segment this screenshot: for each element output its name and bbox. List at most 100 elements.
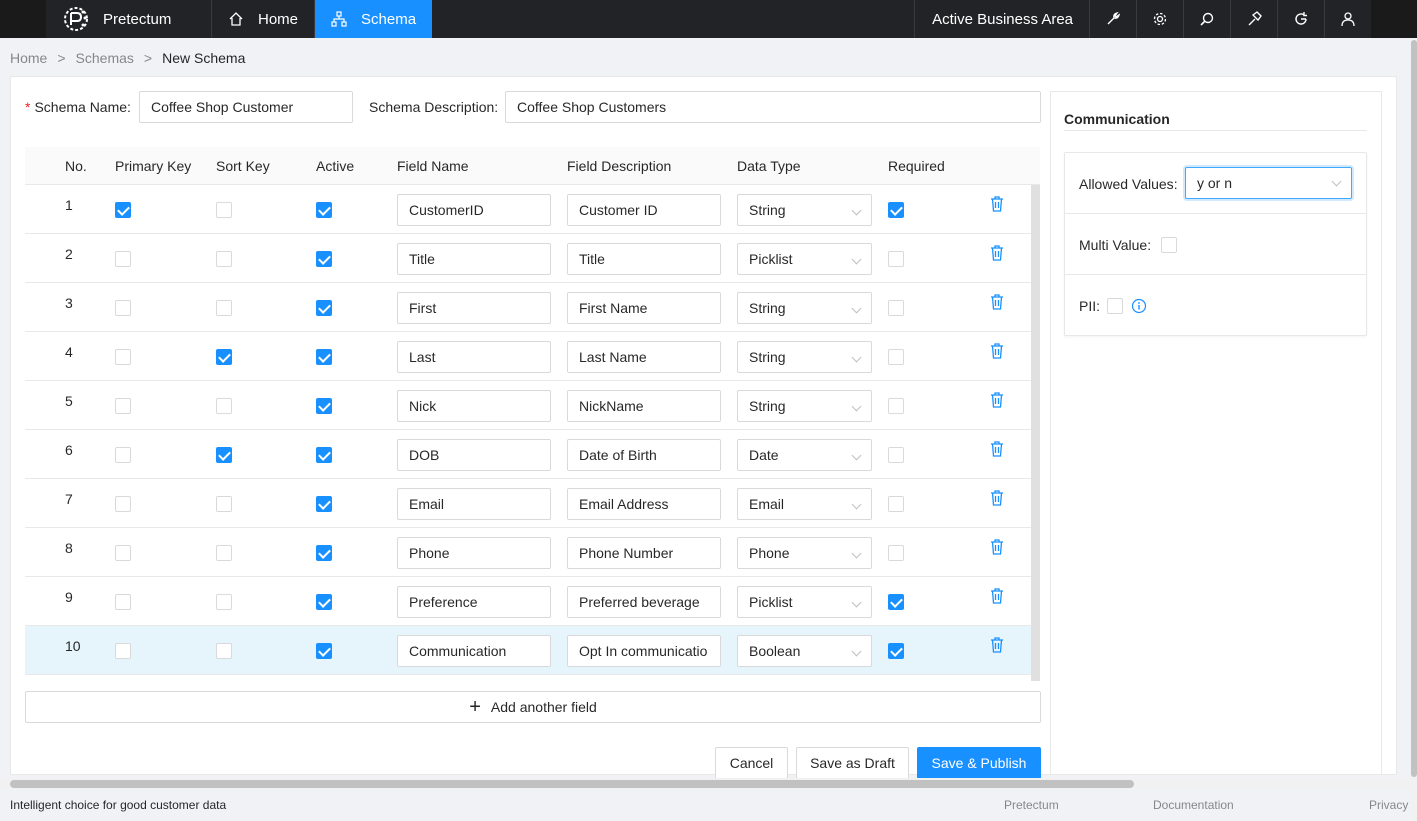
primary-key-checkbox[interactable] <box>115 594 131 610</box>
breadcrumb-schemas[interactable]: Schemas <box>76 50 134 66</box>
data-type-select[interactable]: Picklist <box>737 586 872 618</box>
sort-key-checkbox[interactable] <box>216 545 232 561</box>
active-business-area[interactable]: Active Business Area <box>914 0 1089 38</box>
primary-key-checkbox[interactable] <box>115 300 131 316</box>
data-type-select[interactable]: Email <box>737 488 872 520</box>
field-name-input[interactable]: Nick <box>397 390 551 422</box>
cancel-button[interactable]: Cancel <box>715 747 788 779</box>
breadcrumb-home[interactable]: Home <box>10 50 47 66</box>
vertical-scrollbar[interactable] <box>1411 40 1417 777</box>
settings-button[interactable] <box>1136 0 1183 38</box>
add-field-button[interactable]: + Add another field <box>25 691 1041 723</box>
field-name-input[interactable]: Communication <box>397 635 551 667</box>
table-row[interactable]: 8 Phone Phone Number Phone <box>25 528 1031 577</box>
active-checkbox[interactable] <box>316 300 332 316</box>
primary-key-checkbox[interactable] <box>115 349 131 365</box>
data-type-select[interactable]: String <box>737 341 872 373</box>
required-checkbox[interactable] <box>888 545 904 561</box>
schema-description-input[interactable]: Coffee Shop Customers <box>505 91 1041 123</box>
required-checkbox[interactable] <box>888 202 904 218</box>
required-checkbox[interactable] <box>888 251 904 267</box>
delete-field-icon[interactable] <box>990 588 1004 607</box>
data-type-select[interactable]: Date <box>737 439 872 471</box>
field-name-input[interactable]: First <box>397 292 551 324</box>
field-name-input[interactable]: DOB <box>397 439 551 471</box>
sort-key-checkbox[interactable] <box>216 349 232 365</box>
sort-key-checkbox[interactable] <box>216 251 232 267</box>
data-type-select[interactable]: Phone <box>737 537 872 569</box>
primary-key-checkbox[interactable] <box>115 496 131 512</box>
user-button[interactable] <box>1324 0 1371 38</box>
table-row[interactable]: 5 Nick NickName String <box>25 381 1031 430</box>
required-checkbox[interactable] <box>888 349 904 365</box>
field-description-input[interactable]: First Name <box>567 292 721 324</box>
primary-key-checkbox[interactable] <box>115 643 131 659</box>
delete-field-icon[interactable] <box>990 539 1004 558</box>
required-checkbox[interactable] <box>888 300 904 316</box>
data-type-select[interactable]: String <box>737 194 872 226</box>
sort-key-checkbox[interactable] <box>216 300 232 316</box>
primary-key-checkbox[interactable] <box>115 398 131 414</box>
data-type-select[interactable]: Picklist <box>737 243 872 275</box>
multi-value-checkbox[interactable] <box>1161 237 1177 253</box>
table-row[interactable]: 2 Title Title Picklist <box>25 234 1031 283</box>
field-description-input[interactable]: Phone Number <box>567 537 721 569</box>
data-type-select[interactable]: Boolean <box>737 635 872 667</box>
primary-key-checkbox[interactable] <box>115 447 131 463</box>
footer-link-documentation[interactable]: Documentation <box>1153 798 1234 812</box>
delete-field-icon[interactable] <box>990 245 1004 264</box>
table-row[interactable]: 6 DOB Date of Birth Date <box>25 430 1031 479</box>
active-checkbox[interactable] <box>316 349 332 365</box>
wrench-button[interactable] <box>1089 0 1136 38</box>
delete-field-icon[interactable] <box>990 637 1004 656</box>
active-checkbox[interactable] <box>316 643 332 659</box>
delete-field-icon[interactable] <box>990 490 1004 509</box>
field-name-input[interactable]: CustomerID <box>397 194 551 226</box>
primary-key-checkbox[interactable] <box>115 251 131 267</box>
save-publish-button[interactable]: Save & Publish <box>917 747 1041 779</box>
nav-home[interactable]: Home <box>212 0 316 38</box>
delete-field-icon[interactable] <box>990 294 1004 313</box>
field-description-input[interactable]: Customer ID <box>567 194 721 226</box>
tools-button[interactable] <box>1230 0 1277 38</box>
field-description-input[interactable]: NickName <box>567 390 721 422</box>
required-checkbox[interactable] <box>888 496 904 512</box>
table-vertical-scrollbar[interactable] <box>1031 185 1040 681</box>
pii-checkbox[interactable] <box>1107 298 1123 314</box>
info-icon[interactable] <box>1131 298 1147 314</box>
sort-key-checkbox[interactable] <box>216 594 232 610</box>
delete-field-icon[interactable] <box>990 196 1004 215</box>
table-row[interactable]: 4 Last Last Name String <box>25 332 1031 381</box>
active-checkbox[interactable] <box>316 202 332 218</box>
table-row[interactable]: 10 Communication Opt In communicatio Boolea… <box>25 626 1031 675</box>
field-description-input[interactable]: Title <box>567 243 721 275</box>
active-checkbox[interactable] <box>316 545 332 561</box>
required-checkbox[interactable] <box>888 594 904 610</box>
schema-name-input[interactable]: Coffee Shop Customer <box>139 91 353 123</box>
field-name-input[interactable]: Title <box>397 243 551 275</box>
active-checkbox[interactable] <box>316 594 332 610</box>
field-description-input[interactable]: Date of Birth <box>567 439 721 471</box>
nav-schema[interactable]: Schema <box>315 0 433 38</box>
table-row[interactable]: 1 CustomerID Customer ID String <box>25 185 1031 234</box>
footer-link-privacy[interactable]: Privacy <box>1369 798 1408 812</box>
active-checkbox[interactable] <box>316 251 332 267</box>
required-checkbox[interactable] <box>888 398 904 414</box>
horizontal-scrollbar[interactable] <box>10 780 1134 788</box>
active-checkbox[interactable] <box>316 447 332 463</box>
primary-key-checkbox[interactable] <box>115 545 131 561</box>
primary-key-checkbox[interactable] <box>115 202 131 218</box>
data-type-select[interactable]: String <box>737 292 872 324</box>
field-name-input[interactable]: Email <box>397 488 551 520</box>
field-description-input[interactable]: Email Address <box>567 488 721 520</box>
field-description-input[interactable]: Opt In communicatio <box>567 635 721 667</box>
delete-field-icon[interactable] <box>990 343 1004 362</box>
allowed-values-select[interactable]: y or n <box>1185 167 1352 199</box>
field-name-input[interactable]: Last <box>397 341 551 373</box>
active-checkbox[interactable] <box>316 398 332 414</box>
sort-key-checkbox[interactable] <box>216 202 232 218</box>
delete-field-icon[interactable] <box>990 441 1004 460</box>
active-checkbox[interactable] <box>316 496 332 512</box>
brand[interactable]: Pretectum <box>46 0 212 38</box>
field-name-input[interactable]: Preference <box>397 586 551 618</box>
